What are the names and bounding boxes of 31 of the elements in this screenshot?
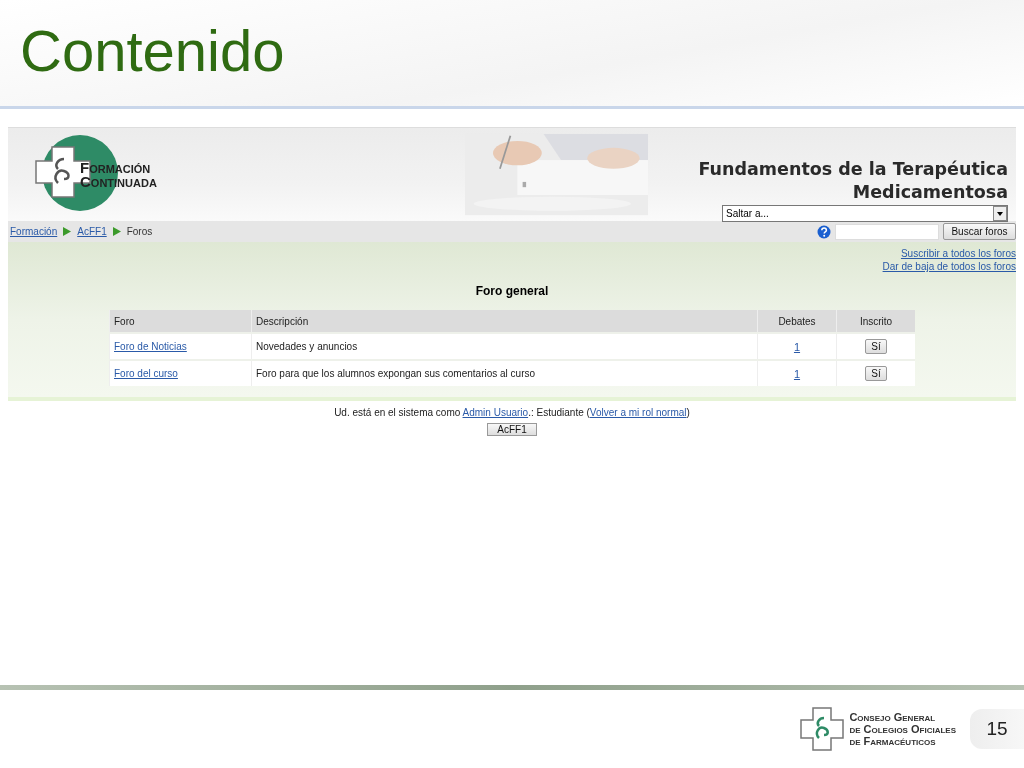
forum-link[interactable]: Dar de baja de todos los foros (882, 261, 1016, 272)
arrow-icon (63, 227, 72, 236)
breadcrumb-item: Foros (126, 226, 153, 237)
search-field[interactable] (835, 223, 939, 240)
breadcrumb-link[interactable]: AcFF1 (77, 226, 107, 237)
slide-title: Contenido (20, 17, 285, 85)
debates-link[interactable]: 1 (793, 340, 801, 353)
role-link[interactable]: Admin Usuario (462, 407, 529, 418)
help-icon (817, 224, 831, 239)
organization-name: Consejo General de Colegios Oficiales de Farmacéuticos (849, 711, 956, 747)
column-header: Debates (757, 310, 837, 333)
column-header: Descripción (251, 310, 758, 333)
search-button[interactable]: Buscar foros (943, 223, 1016, 240)
column-header: Inscrito (836, 310, 915, 333)
jump-menu-dropdown[interactable]: Saltar a... (722, 205, 1008, 222)
logo-icon (799, 706, 846, 752)
breadcrumb-link[interactable]: Formación (10, 226, 58, 237)
subscribe-button[interactable]: Sí (865, 366, 887, 381)
course-button[interactable]: AcFF1 (487, 423, 537, 436)
debates-link[interactable]: 1 (793, 367, 801, 380)
page-number: 15 (970, 709, 1024, 749)
forum-link[interactable]: Foro del curso (114, 368, 178, 379)
role-notice: Ud. está en el sistema como Admin Usuario.: Estudiante (Volver a mi rol normal) (334, 407, 690, 418)
table-cell: Novedades y anuncios (256, 341, 358, 352)
forum-link[interactable]: Suscribir a todos los foros (900, 248, 1016, 259)
arrow-icon (112, 227, 121, 236)
column-header: Foro (109, 310, 252, 333)
course-title: Fundamentos de la Terapéutica Medicamentosa (697, 158, 1008, 204)
table-cell: Foro para que los alumnos expongan sus comentarios al curso (256, 368, 536, 379)
subscribe-button[interactable]: Sí (865, 339, 887, 354)
section-heading: Foro general (475, 284, 549, 298)
